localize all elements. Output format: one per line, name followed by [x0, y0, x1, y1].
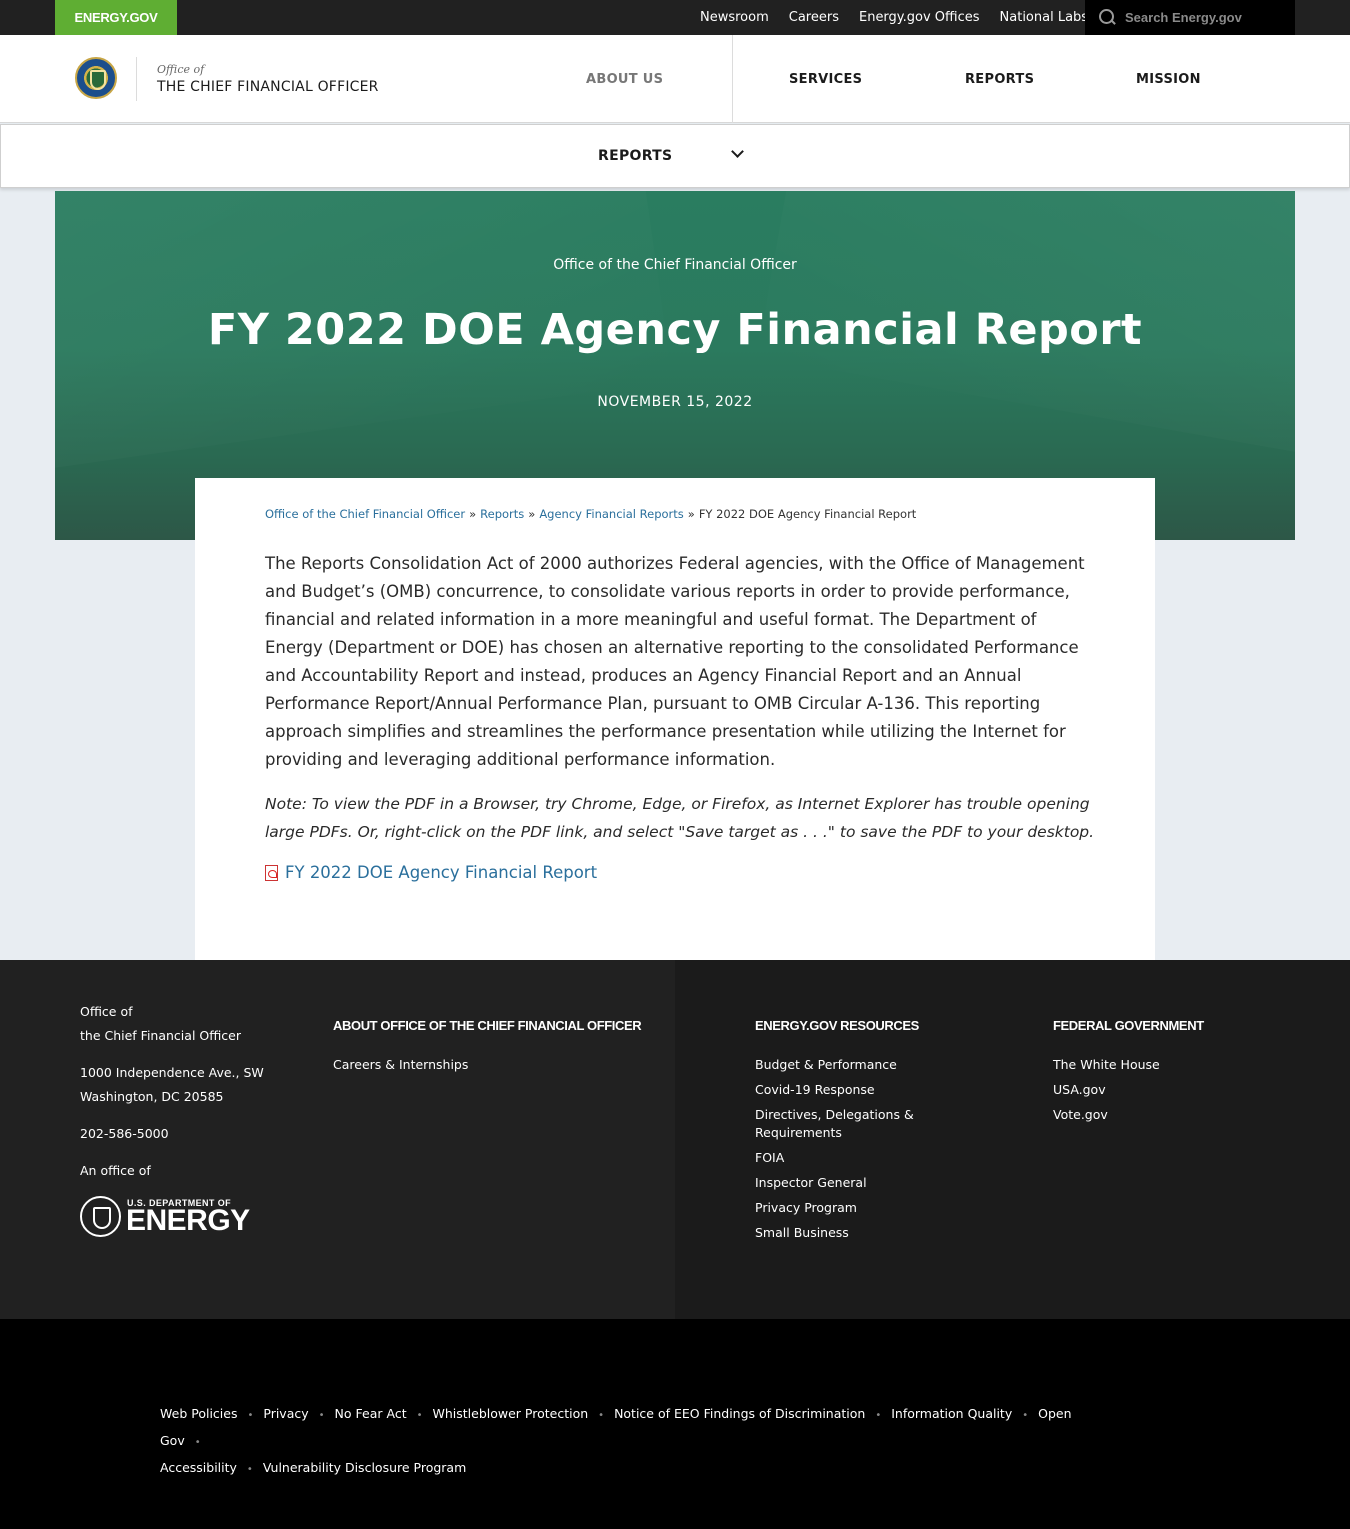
- footer-link-white-house[interactable]: The White House: [1053, 1056, 1160, 1074]
- bullet-separator: •: [194, 1437, 201, 1448]
- footer-link-budget-text[interactable]: Budget & Performance: [755, 1057, 897, 1072]
- search-box: [1085, 0, 1295, 35]
- footer-an-office-of: An office of: [80, 1163, 151, 1178]
- doe-seal-icon[interactable]: [75, 57, 117, 99]
- doe-logo[interactable]: U.S. DEPARTMENT OF ENERGY: [80, 1196, 252, 1238]
- bullet-separator: •: [598, 1410, 605, 1421]
- footer-link-privacy-program[interactable]: Privacy Program: [755, 1199, 945, 1217]
- footer-link-careers-internships-text[interactable]: Careers & Internships: [333, 1057, 468, 1072]
- policy-links: Web Policies • Privacy • No Fear Act • Whistle…: [160, 1401, 1120, 1482]
- pdf-file-icon: [265, 864, 278, 881]
- footer-link-careers-internships[interactable]: Careers & Internships: [333, 1056, 468, 1074]
- content-card: Office of the Chief Financial Officer» Re…: [195, 478, 1155, 960]
- footer-federal-heading: FEDERAL GOVERNMENT: [1053, 1018, 1204, 1033]
- nav-reports[interactable]: REPORTS: [965, 72, 1034, 87]
- breadcrumb-current: FY 2022 DOE Agency Financial Report: [698, 507, 917, 521]
- breadcrumb-agency-financial-reports[interactable]: Agency Financial Reports: [539, 507, 683, 521]
- footer-link-directives-text[interactable]: Directives, Delegations & Requirements: [755, 1107, 914, 1140]
- nav-services[interactable]: SERVICES: [789, 72, 862, 87]
- national-labs-link[interactable]: National Labs: [1000, 10, 1089, 25]
- publish-date: NOVEMBER 15, 2022: [597, 394, 753, 410]
- accessibility-link[interactable]: Accessibility: [160, 1460, 237, 1475]
- vulnerability-disclosure-link[interactable]: Vulnerability Disclosure Program: [263, 1460, 466, 1475]
- chevron-down-icon[interactable]: [732, 148, 743, 159]
- footer-link-privacy-program-text[interactable]: Privacy Program: [755, 1200, 857, 1215]
- office-title-link[interactable]: THE CHIEF FINANCIAL OFFICER: [157, 79, 379, 95]
- footer-federal-links: The White House USA.gov Vote.gov: [1053, 1056, 1160, 1131]
- utility-bar: ENERGY.GOV Newsroom Careers Energy.gov O…: [0, 0, 1350, 35]
- web-policies-link[interactable]: Web Policies: [160, 1406, 237, 1421]
- footer-link-inspector-general[interactable]: Inspector General: [755, 1174, 945, 1192]
- footer-link-usa-gov-text[interactable]: USA.gov: [1053, 1082, 1106, 1097]
- pdf-note: Note: To view the PDF in a Browser, try …: [265, 795, 1095, 841]
- bullet-separator: •: [416, 1410, 423, 1421]
- search-icon[interactable]: [1099, 8, 1117, 27]
- footer-link-covid-text[interactable]: Covid-19 Response: [755, 1082, 875, 1097]
- breadcrumb-separator: »: [528, 507, 536, 521]
- header-divider: [136, 57, 137, 101]
- footer-link-vote-gov[interactable]: Vote.gov: [1053, 1106, 1160, 1124]
- bullet-separator: •: [875, 1410, 882, 1421]
- footer-link-directives[interactable]: Directives, Delegations & Requirements: [755, 1106, 945, 1142]
- breadcrumb-cfo[interactable]: Office of the Chief Financial Officer: [265, 507, 465, 521]
- whistleblower-link[interactable]: Whistleblower Protection: [433, 1406, 589, 1421]
- pdf-download: FY 2022 DOE Agency Financial Report: [265, 863, 597, 882]
- footer-link-budget[interactable]: Budget & Performance: [755, 1056, 945, 1074]
- bottom-bar: Web Policies • Privacy • No Fear Act • Whistle…: [0, 1319, 1350, 1529]
- footer-about-heading: ABOUT OFFICE OF THE CHIEF FINANCIAL OFFI…: [333, 1018, 642, 1033]
- breadcrumb: Office of the Chief Financial Officer» Re…: [265, 507, 916, 521]
- footer-link-foia[interactable]: FOIA: [755, 1149, 945, 1167]
- footer-address-line1: 1000 Independence Ave., SW: [80, 1065, 264, 1080]
- footer-office-line1: Office of: [80, 1004, 133, 1019]
- breadcrumb-separator: »: [469, 507, 477, 521]
- bullet-separator: •: [247, 1410, 254, 1421]
- nav-about-us[interactable]: ABOUT US: [586, 72, 663, 87]
- footer-link-vote-gov-text[interactable]: Vote.gov: [1053, 1107, 1108, 1122]
- site-footer: Office of the Chief Financial Officer 10…: [0, 960, 1350, 1319]
- nav-divider: [732, 35, 733, 123]
- careers-link[interactable]: Careers: [789, 10, 839, 25]
- footer-address-line2: Washington, DC 20585: [80, 1089, 224, 1104]
- privacy-link[interactable]: Privacy: [263, 1406, 308, 1421]
- footer-link-small-business[interactable]: Small Business: [755, 1224, 945, 1242]
- doe-seal-icon: [80, 1196, 121, 1237]
- footer-office-line2: the Chief Financial Officer: [80, 1028, 242, 1043]
- office-of-label: Office of: [157, 63, 205, 76]
- section-subnav[interactable]: REPORTS: [0, 124, 1350, 188]
- footer-about-links: Careers & Internships: [333, 1056, 468, 1081]
- footer-phone: 202-586-5000: [80, 1126, 169, 1141]
- utility-links: Newsroom Careers Energy.gov Offices Nati…: [700, 0, 1108, 35]
- footer-link-small-business-text[interactable]: Small Business: [755, 1225, 849, 1240]
- eeo-findings-link[interactable]: Notice of EEO Findings of Discrimination: [614, 1406, 865, 1421]
- footer-link-inspector-general-text[interactable]: Inspector General: [755, 1175, 867, 1190]
- energy-gov-offices-link[interactable]: Energy.gov Offices: [859, 10, 980, 25]
- site-header: Office of THE CHIEF FINANCIAL OFFICER AB…: [0, 35, 1350, 123]
- no-fear-act-link[interactable]: No Fear Act: [335, 1406, 407, 1421]
- footer-link-covid[interactable]: Covid-19 Response: [755, 1081, 945, 1099]
- footer-resources-links: Budget & Performance Covid-19 Response D…: [755, 1056, 945, 1249]
- breadcrumb-reports[interactable]: Reports: [480, 507, 524, 521]
- footer-link-white-house-text[interactable]: The White House: [1053, 1057, 1160, 1072]
- page-title: FY 2022 DOE Agency Financial Report: [207, 305, 1143, 355]
- footer-link-usa-gov[interactable]: USA.gov: [1053, 1081, 1160, 1099]
- intro-paragraph: The Reports Consolidation Act of 2000 au…: [265, 554, 1085, 769]
- breadcrumb-separator: »: [687, 507, 695, 521]
- footer-link-foia-text[interactable]: FOIA: [755, 1150, 784, 1165]
- search-input[interactable]: [1125, 10, 1285, 25]
- bullet-separator: •: [1022, 1410, 1029, 1421]
- energy-gov-logo[interactable]: ENERGY.GOV: [55, 0, 177, 35]
- bullet-separator: •: [246, 1464, 253, 1475]
- bullet-separator: •: [318, 1410, 325, 1421]
- footer-resources-heading: ENERGY.GOV RESOURCES: [755, 1018, 919, 1033]
- nav-mission[interactable]: MISSION: [1136, 72, 1201, 87]
- doe-logo-wordmark: ENERGY: [126, 1204, 250, 1237]
- information-quality-link[interactable]: Information Quality: [891, 1406, 1012, 1421]
- hero-subtitle: Office of the Chief Financial Officer: [553, 257, 797, 273]
- subnav-reports-label[interactable]: REPORTS: [598, 148, 672, 164]
- newsroom-link[interactable]: Newsroom: [700, 10, 769, 25]
- pdf-download-link[interactable]: FY 2022 DOE Agency Financial Report: [285, 863, 597, 882]
